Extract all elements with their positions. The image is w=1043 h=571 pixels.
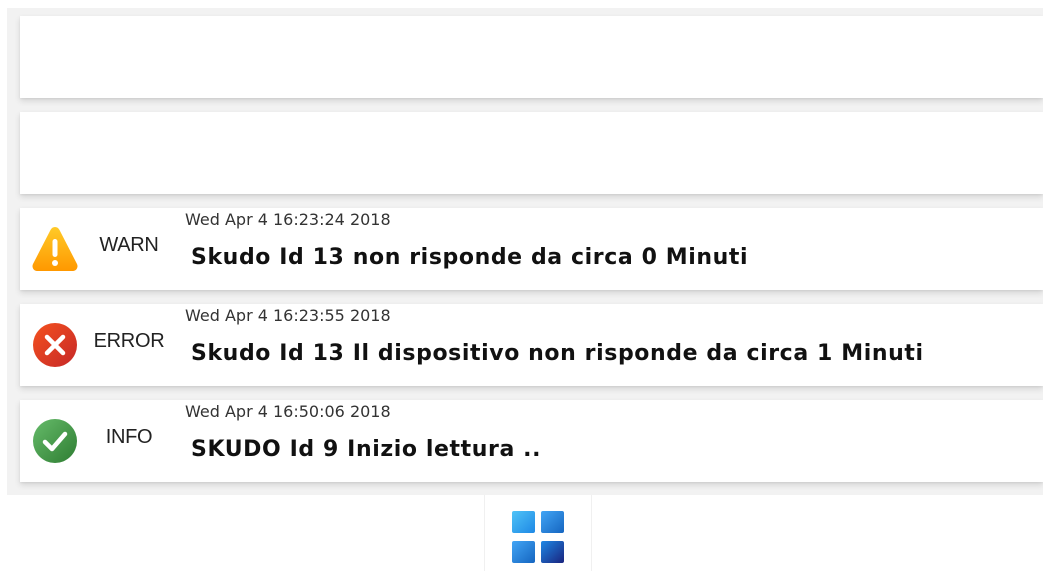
empty-notification-card <box>20 16 1043 98</box>
notification-timestamp: Wed Apr 4 16:23:24 2018 <box>185 210 391 229</box>
notification-message: Skudo Id 13 Il dispositivo non risponde … <box>191 341 924 366</box>
notification-item-info[interactable]: INFO Wed Apr 4 16:50:06 2018 SKUDO Id 9 … <box>20 400 1043 482</box>
notification-level: ERROR <box>93 330 165 352</box>
notification-item-warn[interactable]: WARN Wed Apr 4 16:23:24 2018 Skudo Id 13… <box>20 208 1043 290</box>
notification-timestamp: Wed Apr 4 16:23:55 2018 <box>185 306 391 325</box>
bottom-nav <box>484 495 592 571</box>
empty-notification-card <box>20 112 1043 194</box>
notification-timestamp: Wed Apr 4 16:50:06 2018 <box>185 402 391 421</box>
notification-item-error[interactable]: ERROR Wed Apr 4 16:23:55 2018 Skudo Id 1… <box>20 304 1043 386</box>
notification-level: INFO <box>105 426 153 448</box>
notification-level: WARN <box>99 234 159 256</box>
warning-icon <box>30 224 80 274</box>
notification-message: Skudo Id 13 non risponde da circa 0 Minu… <box>191 245 749 270</box>
error-icon <box>30 320 80 370</box>
check-icon <box>30 416 80 466</box>
apps-grid-icon[interactable] <box>511 510 565 564</box>
notification-message: SKUDO Id 9 Inizio lettura .. <box>191 437 542 462</box>
